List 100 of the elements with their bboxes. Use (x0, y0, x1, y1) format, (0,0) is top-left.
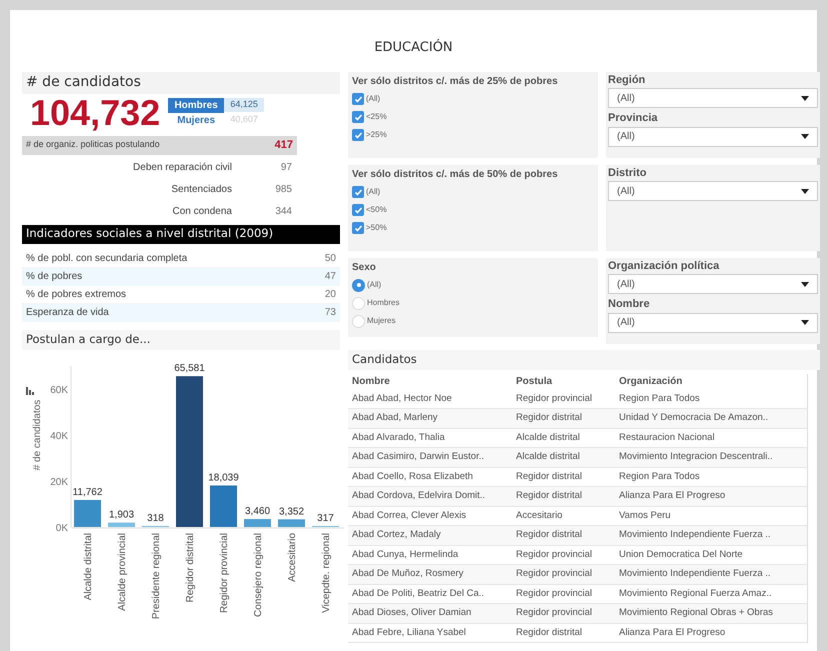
dropdown-caret-icon (801, 96, 809, 100)
dropdown[interactable]: (All) (608, 274, 818, 294)
stat-value: 417 (274, 138, 293, 153)
table-cell-text: Region Para Todos (619, 470, 701, 484)
table-cell-text: Abad Coello, Rosa Elizabeth (352, 470, 474, 484)
table-cell-text: Regidor distrital (516, 411, 583, 426)
table-cell-text: Accesitario (516, 508, 564, 523)
table-cell-text: Regidor distrital (516, 528, 583, 542)
checkbox[interactable] (352, 204, 364, 216)
y-tick-label: 40K (50, 430, 68, 442)
category-label: Alcalde distrital (83, 532, 94, 600)
filter-title: Sexo (352, 260, 377, 274)
table-cell-text: Alianza Para El Progreso (619, 626, 726, 640)
radio-button[interactable] (352, 314, 365, 328)
dropdown[interactable]: (All) (608, 88, 818, 108)
value-label: 3,352 (278, 506, 304, 517)
indicator-label: Esperanza de vida (26, 306, 109, 320)
stat-value: 97 (280, 161, 292, 175)
dropdown[interactable]: (All) (608, 312, 818, 332)
table-cell-text: Restauracion Nacional (619, 430, 716, 445)
dropdown[interactable]: (All) (608, 126, 818, 146)
dropdown-label: Región (607, 72, 646, 88)
column-header[interactable]: Nombre (352, 374, 516, 389)
table-cell-text: Abad De Muñoz, Rosmery (352, 567, 464, 582)
indicator-value: 50 (324, 252, 336, 266)
checkbox[interactable] (352, 222, 364, 234)
table-cell-text: Abad Cortez, Madaly (352, 528, 442, 542)
stat-label: Con condena (172, 205, 232, 219)
table-cell-text: Abad Alvarado, Thalia (352, 430, 446, 445)
value-label: 11,762 (72, 486, 102, 498)
chart-title: Postulan a cargo de... (26, 330, 150, 348)
filter-title: Ver sólo distritos c/. más de 50% de pobres (352, 168, 559, 182)
option-label: <25% (366, 111, 387, 123)
table-cell-text: Regidor provincial (516, 586, 594, 601)
stat-label: Sentenciados (170, 183, 232, 197)
column-header[interactable]: Postula (516, 374, 619, 389)
table-cell-text: Alcalde distrital (516, 430, 581, 445)
option-label: (All) (366, 93, 380, 105)
dropdown-label: Nombre (607, 297, 651, 312)
table-title: Candidatos (352, 350, 417, 368)
indicator-label: % de pobres (26, 270, 82, 284)
bar[interactable] (108, 522, 135, 526)
table-cell-text: Regidor provincial (516, 567, 594, 582)
bar[interactable] (278, 518, 305, 526)
bar[interactable] (244, 518, 271, 526)
indicator-value: 47 (324, 270, 336, 284)
radio-button[interactable] (352, 296, 365, 310)
option-label: Hombres (367, 297, 400, 309)
y-tick-label: 60K (50, 384, 68, 396)
table-cell-text: Movimiento Independiente Fuerza .. (619, 567, 772, 582)
table-cell-text: Movimiento Regional Obras + Obras (619, 606, 774, 620)
stat-label: # de organiz. politicas postulando (26, 138, 160, 152)
checkbox[interactable] (352, 186, 364, 198)
bar[interactable] (74, 499, 101, 526)
option-label: >25% (366, 129, 387, 141)
dropdown-caret-icon (801, 282, 809, 286)
category-label: Regidor provincial (219, 532, 230, 613)
category-label: Accesitario (287, 532, 298, 582)
dropdown[interactable]: (All) (608, 181, 818, 201)
table-cell-text: Abad Cunya, Hermelinda (352, 548, 460, 562)
category-label: Consejero regional (253, 532, 264, 616)
option-label: <50% (366, 204, 387, 216)
sex-label[interactable]: Hombres (168, 98, 224, 112)
total-count: 104,732 (30, 94, 160, 130)
checkbox[interactable] (352, 111, 364, 123)
table-cell-text: Movimiento Integracion Descentrali.. (619, 450, 774, 464)
table-cell-text: Regidor provincial (516, 606, 594, 620)
table-cell-text: Regidor distrital (516, 470, 583, 484)
value-label: 317 (317, 512, 334, 524)
dropdown-label: Organización política (607, 258, 720, 274)
table-cell-text: Movimiento Regional Fuerza Amaz.. (619, 586, 773, 601)
value-label: 1,903 (108, 509, 134, 520)
section-title: Indicadores sociales a nivel distrital (2009) (26, 225, 274, 242)
checkbox[interactable] (352, 129, 364, 141)
value-label: 3,460 (244, 506, 270, 517)
table-cell-text: Movimiento Independiente Fuerza .. (619, 528, 772, 542)
option-label: (All) (366, 186, 380, 198)
category-label: Regidor distrital (185, 532, 196, 602)
dropdown-label: Distrito (607, 166, 648, 180)
sex-label[interactable]: Mujeres (168, 112, 224, 128)
dropdown-caret-icon (801, 320, 809, 325)
category-label: Vicepdte. regional (321, 532, 332, 612)
dropdown-label: Provincia (607, 111, 659, 126)
indicator-value: 20 (324, 288, 336, 302)
dashboard-title: EDUCACIÓN (374, 38, 453, 57)
column-header[interactable]: Organización (619, 374, 803, 389)
table-cell-text: Abad Abad, Hector Noe (352, 392, 453, 406)
table-cell-text: Regidor provincial (516, 548, 594, 562)
section-title: # de candidatos (26, 73, 141, 92)
stat-value: 344 (274, 205, 292, 219)
table-cell-text: Regidor distrital (516, 626, 583, 640)
sex-count: 64,125 (224, 98, 264, 112)
table-cell-text: Vamos Peru (619, 508, 672, 523)
filter-title: Ver sólo distritos c/. más de 25% de pobres (352, 74, 559, 88)
value-label: 318 (147, 512, 164, 524)
indicator-label: % de pobres extremos (26, 288, 126, 302)
checkbox[interactable] (352, 93, 364, 105)
radio-button[interactable] (352, 278, 365, 292)
y-tick-label: 20K (50, 476, 68, 488)
y-axis-label: # de candidatos (32, 399, 43, 470)
